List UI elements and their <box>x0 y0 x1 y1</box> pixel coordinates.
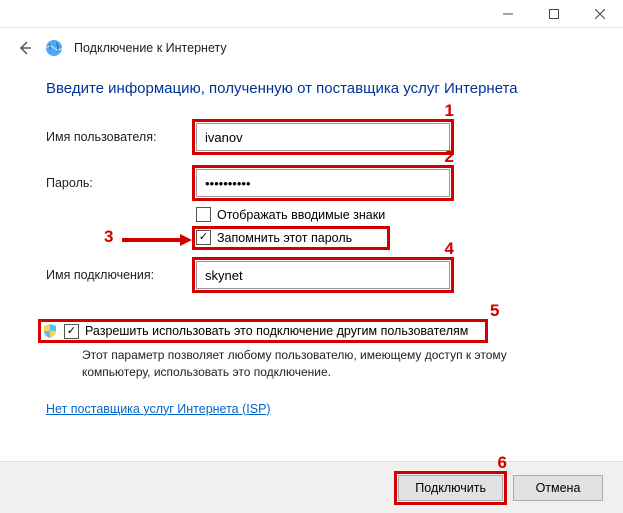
close-button[interactable] <box>577 0 623 28</box>
content-area: Введите информацию, полученную от постав… <box>0 62 623 426</box>
callout-3: 3 <box>104 227 113 247</box>
share-label: Разрешить использовать это подключение д… <box>85 324 468 338</box>
share-block: ✓ Разрешить использовать это подключение… <box>46 323 577 382</box>
username-input[interactable] <box>196 123 450 151</box>
globe-icon <box>44 38 64 58</box>
maximize-button[interactable] <box>531 0 577 28</box>
no-isp-link[interactable]: Нет поставщика услуг Интернета (ISP) <box>46 402 271 416</box>
callout-1: 1 <box>445 101 454 121</box>
password-input[interactable] <box>196 169 450 197</box>
connect-button[interactable]: Подключить <box>398 475 503 501</box>
connection-input[interactable] <box>196 261 450 289</box>
back-arrow-icon[interactable] <box>16 39 34 57</box>
password-label: Пароль: <box>46 176 196 190</box>
shield-icon <box>42 323 58 339</box>
window-title: Подключение к Интернету <box>74 41 227 55</box>
remember-row: ✓ Запомнить этот пароль 3 <box>196 230 577 245</box>
remember-label: Запомнить этот пароль <box>217 231 352 245</box>
show-chars-row: Отображать вводимые знаки <box>196 207 577 222</box>
username-label: Имя пользователя: <box>46 130 196 144</box>
connection-row: Имя подключения: 4 <box>46 261 577 289</box>
share-checkbox[interactable]: ✓ <box>64 324 79 339</box>
share-description: Этот параметр позволяет любому пользоват… <box>82 347 577 382</box>
show-chars-checkbox[interactable] <box>196 207 211 222</box>
username-row: Имя пользователя: 1 <box>46 123 577 151</box>
password-row: Пароль: 2 <box>46 169 577 197</box>
remember-checkbox[interactable]: ✓ <box>196 230 211 245</box>
show-chars-label: Отображать вводимые знаки <box>217 208 385 222</box>
footer: Подключить 6 Отмена <box>0 461 623 513</box>
page-heading: Введите информацию, полученную от постав… <box>46 80 577 97</box>
share-row: ✓ Разрешить использовать это подключение… <box>42 323 577 339</box>
minimize-button[interactable] <box>485 0 531 28</box>
connection-label: Имя подключения: <box>46 268 196 282</box>
cancel-button[interactable]: Отмена <box>513 475 603 501</box>
arrow-3 <box>122 232 192 248</box>
dialog-header: Подключение к Интернету <box>0 28 623 62</box>
titlebar <box>0 0 623 28</box>
callout-5: 5 <box>490 301 499 321</box>
callout-6: 6 <box>498 453 507 473</box>
